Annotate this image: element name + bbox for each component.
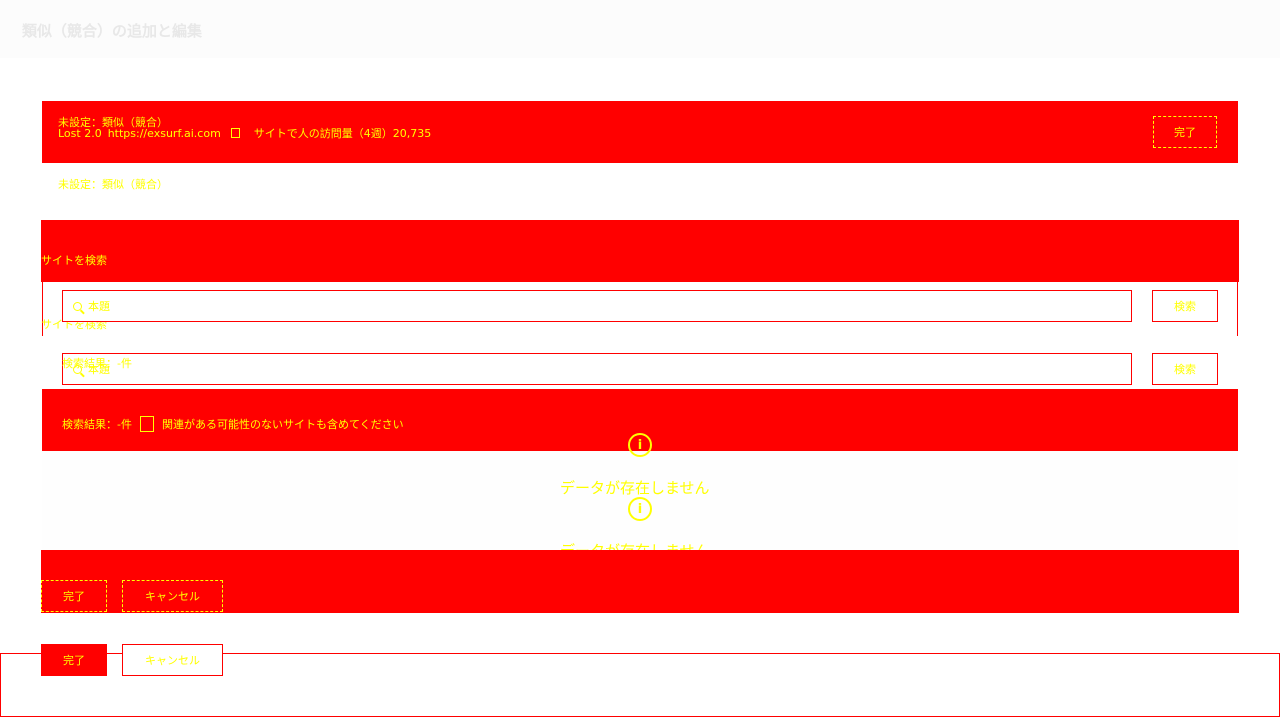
visit-stat: サイトで人の訪問量（4週）20,735 <box>253 127 432 140</box>
page-title: 類似（競合）の追加と編集 <box>22 22 203 40</box>
cancel-button[interactable]: キャンセル <box>122 644 223 676</box>
search-section-title: サイトを検索 <box>41 254 107 267</box>
copy-icon[interactable] <box>230 128 240 138</box>
search-placeholder: 本題 <box>88 300 110 313</box>
search-button[interactable]: 検索 <box>1152 290 1218 322</box>
search-input-secondary[interactable]: 本題 <box>62 353 1132 385</box>
cancel-button-overlay[interactable]: キャンセル <box>122 580 223 612</box>
search-input[interactable]: 本題 <box>62 290 1132 322</box>
info-icon: i <box>628 497 652 521</box>
url-label: Lost 2.0 <box>58 126 102 140</box>
include-unrelated-label: 関連がある可能性のないサイトも含めてください <box>161 418 404 431</box>
info-icon: i <box>628 433 652 457</box>
site-url[interactable]: https://exsurf.ai.com <box>108 127 221 140</box>
result-count-overlay: 検索結果：-件 <box>62 357 132 370</box>
unset-status: 未設定：類似（競合） <box>58 178 168 191</box>
done-button[interactable]: 完了 <box>41 644 107 676</box>
info-detail-line: Lost 2.0 https://exsurf.ai.com サイトで人の訪問量… <box>58 125 431 141</box>
result-count: 検索結果：-件 <box>62 418 132 431</box>
include-unrelated-checkbox[interactable] <box>139 416 154 432</box>
top-bar: 類似（競合）の追加と編集 <box>0 0 1280 58</box>
site-info-bar: 未設定：類似（競合） Lost 2.0 https://exsurf.ai.co… <box>42 101 1238 163</box>
search-header-bar <box>41 220 1239 282</box>
search-icon <box>73 301 82 311</box>
search-button-secondary[interactable]: 検索 <box>1152 353 1218 385</box>
done-button-overlay[interactable]: 完了 <box>41 580 107 612</box>
empty-message: データが存在しません <box>560 479 710 497</box>
done-button-top[interactable]: 完了 <box>1153 116 1217 148</box>
results-filter-row: 検索結果：-件 関連がある可能性のないサイトも含めてください <box>62 416 404 432</box>
